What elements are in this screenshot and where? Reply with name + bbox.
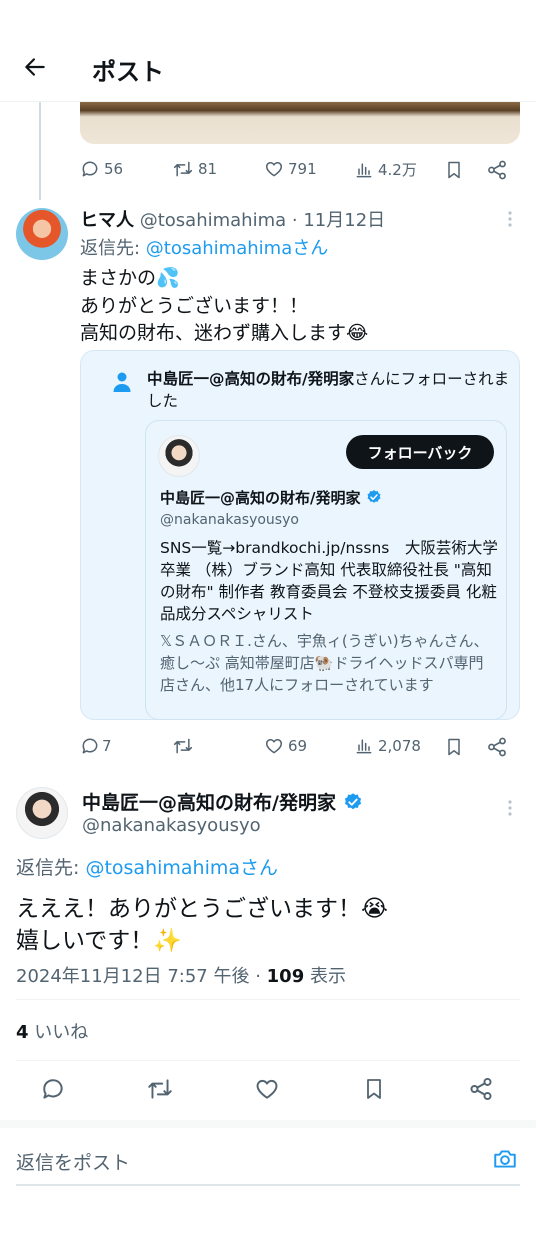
- like-button[interactable]: 791: [264, 159, 317, 179]
- repost-icon: [172, 159, 194, 179]
- avatar[interactable]: [158, 435, 200, 477]
- replying-to-user[interactable]: @tosahimahimaさん: [146, 238, 328, 259]
- reply-author-line: ヒマ人 @tosahimahima · 11月12日: [80, 206, 385, 232]
- post-text-line: 高知の財布、迷わず購入します😂: [80, 322, 369, 344]
- back-arrow-icon[interactable]: [22, 54, 48, 80]
- views-button[interactable]: 4.2万: [354, 159, 417, 180]
- section-divider: [0, 1120, 536, 1128]
- replying-to: 返信先: @tosahimahimaさん: [80, 234, 328, 260]
- reply-icon: [80, 159, 100, 179]
- bookmark-icon[interactable]: [444, 736, 464, 758]
- handle[interactable]: @tosahimahima: [140, 210, 286, 231]
- share-icon[interactable]: [468, 1076, 494, 1102]
- views-icon: [354, 736, 374, 756]
- replying-to: 返信先: @tosahimahimaさん: [16, 853, 278, 880]
- like-button[interactable]: 69: [264, 736, 307, 756]
- reply-count: 7: [102, 737, 112, 755]
- bookmark-icon[interactable]: [444, 159, 464, 181]
- verified-badge-icon: [366, 489, 382, 505]
- reply-input-placeholder[interactable]: 返信をポスト: [16, 1148, 130, 1175]
- share-icon[interactable]: [486, 159, 508, 181]
- main-author-line: 中島匠一@高知の財布/発明家: [82, 788, 363, 815]
- reply-button[interactable]: 56: [80, 159, 123, 179]
- display-name[interactable]: 中島匠一@高知の財布/発明家: [82, 792, 336, 814]
- post-image[interactable]: [80, 102, 520, 144]
- repost-count: 81: [198, 160, 218, 178]
- views-count: 4.2万: [378, 161, 417, 179]
- replying-to-label: 返信先:: [16, 857, 86, 879]
- like-icon: [264, 159, 284, 179]
- handle[interactable]: @nakanakasyousyo: [82, 815, 261, 836]
- follow-back-button[interactable]: フォローバック: [346, 435, 494, 469]
- reply-icon: [80, 736, 100, 756]
- likes-label: いいね: [28, 1022, 89, 1043]
- replying-to-label: 返信先:: [80, 238, 146, 259]
- post-text-line: まさかの💦: [80, 267, 180, 289]
- reply-button[interactable]: 7: [80, 736, 112, 756]
- top-bar: ポスト: [0, 0, 536, 102]
- views-count: 109: [266, 966, 305, 987]
- prev-post-actions: 56 81 791 4.2万: [80, 158, 520, 184]
- separator: ·: [286, 210, 304, 231]
- divider: [16, 999, 520, 1000]
- reply-icon[interactable]: [40, 1076, 66, 1102]
- camera-icon[interactable]: [492, 1146, 518, 1172]
- repost-button[interactable]: [172, 736, 194, 756]
- follow-notice: 中島匠一@高知の財布/発明家さんにフォローされました: [147, 368, 517, 412]
- verified-badge-icon: [343, 792, 363, 812]
- thread-line: [39, 102, 41, 200]
- views-label: 表示: [304, 966, 346, 987]
- share-icon[interactable]: [486, 736, 508, 758]
- post-text-line: 嬉しいです！✨: [16, 928, 182, 954]
- views-button[interactable]: 2,078: [354, 736, 421, 756]
- views-icon: [354, 160, 374, 180]
- follow-notice-name[interactable]: 中島匠一@高知の財布/発明家: [147, 370, 354, 388]
- reply-post-actions: 7 69 2,078: [80, 736, 520, 762]
- more-icon[interactable]: [502, 210, 518, 228]
- person-icon: [112, 371, 132, 393]
- replying-to-user[interactable]: @tosahimahimaさん: [85, 857, 278, 879]
- page-title: ポスト: [92, 58, 164, 86]
- post-meta: 2024年11月12日 7:57 午後 · 109 表示: [16, 962, 346, 988]
- post-text-line: えええ！ありがとうございます！😭: [16, 896, 388, 922]
- reply-count: 56: [104, 160, 124, 178]
- divider: [16, 1060, 520, 1061]
- display-name[interactable]: ヒマ人: [80, 210, 134, 231]
- like-icon: [264, 736, 284, 756]
- avatar[interactable]: [16, 208, 68, 260]
- repost-button[interactable]: 81: [172, 159, 217, 179]
- more-icon[interactable]: [502, 799, 518, 817]
- followed-by-text: 𝕏ＳＡＯＲＩ.さん、宇魚ィ(うぎい)ちゃんさん、癒し〜ぷ 高知帯屋町店🐏ドライヘ…: [160, 632, 489, 694]
- repost-icon[interactable]: [146, 1076, 174, 1102]
- post-text-line: ありがとうございます！！: [80, 295, 309, 317]
- profile-handle: @nakanakasyousyo: [160, 512, 299, 528]
- like-count: 791: [288, 160, 317, 178]
- profile-bio: SNS一覧→brandkochi.jp/nssns 大阪芸術大学卒業 （株）ブラ…: [160, 539, 498, 623]
- post-date[interactable]: 11月12日: [303, 210, 385, 231]
- like-icon[interactable]: [254, 1076, 280, 1102]
- profile-name-line: 中島匠一@高知の財布/発明家: [160, 487, 382, 508]
- avatar[interactable]: [16, 787, 68, 839]
- profile-name[interactable]: 中島匠一@高知の財布/発明家: [160, 489, 360, 507]
- bookmark-icon[interactable]: [362, 1076, 386, 1102]
- likes-summary[interactable]: 4 いいね: [16, 1018, 88, 1044]
- post-timestamp[interactable]: 2024年11月12日 7:57 午後: [16, 966, 249, 987]
- like-count: 69: [288, 737, 308, 755]
- repost-icon: [172, 736, 194, 756]
- separator: ·: [249, 966, 267, 987]
- likes-count: 4: [16, 1022, 29, 1043]
- views-count: 2,078: [378, 737, 421, 755]
